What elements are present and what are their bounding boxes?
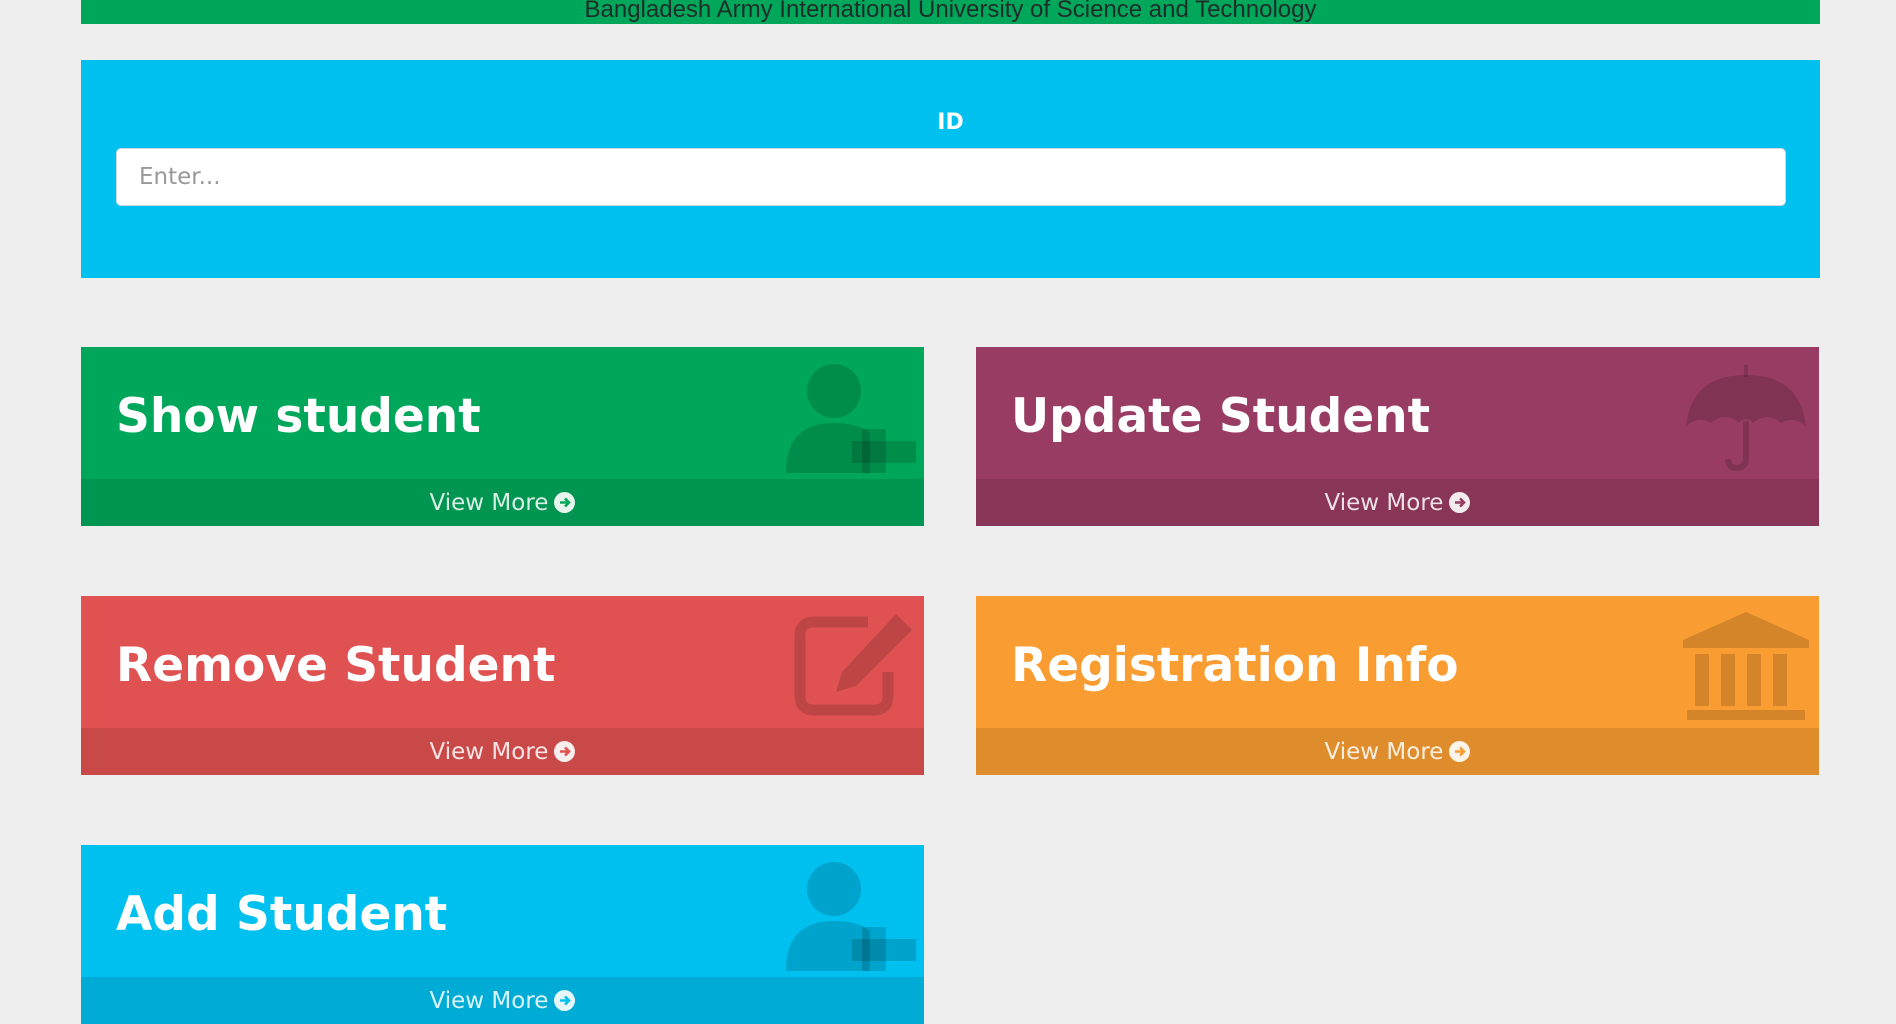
bank-icon [1683,612,1809,720]
edit-icon [794,614,912,716]
id-search-panel: ID [81,60,1820,278]
university-banner: Bangladesh Army International University… [81,0,1820,24]
box-title: Show student [116,389,481,444]
show-student-box[interactable]: Show student View More [81,347,924,526]
arrow-circle-right-icon [554,990,576,1011]
view-more-label: View More [429,987,549,1014]
umbrella-icon [1686,365,1806,471]
view-more-label: View More [1324,489,1444,516]
box-title: Add Student [116,887,448,942]
box-title: Registration Info [1011,638,1459,693]
view-more-link[interactable]: View More [81,479,924,526]
registration-info-box[interactable]: Registration Info View More [976,596,1819,775]
arrow-circle-right-icon [1449,492,1471,513]
id-label: ID [937,110,964,135]
update-student-box[interactable]: Update Student View More [976,347,1819,526]
box-title: Remove Student [116,638,556,693]
view-more-link[interactable]: View More [976,479,1819,526]
add-student-box[interactable]: Add Student View More [81,845,924,1024]
user-plus-icon [786,364,916,473]
user-plus-icon [786,862,916,971]
arrow-circle-right-icon [554,492,576,513]
arrow-circle-right-icon [1449,741,1471,762]
view-more-link[interactable]: View More [81,728,924,775]
arrow-circle-right-icon [554,741,576,762]
view-more-link[interactable]: View More [976,728,1819,775]
view-more-label: View More [429,738,549,765]
remove-student-box[interactable]: Remove Student View More [81,596,924,775]
view-more-link[interactable]: View More [81,977,924,1024]
view-more-label: View More [1324,738,1444,765]
view-more-label: View More [429,489,549,516]
id-input[interactable] [116,148,1786,206]
box-title: Update Student [1011,389,1431,444]
university-name: Bangladesh Army International University… [584,0,1317,23]
